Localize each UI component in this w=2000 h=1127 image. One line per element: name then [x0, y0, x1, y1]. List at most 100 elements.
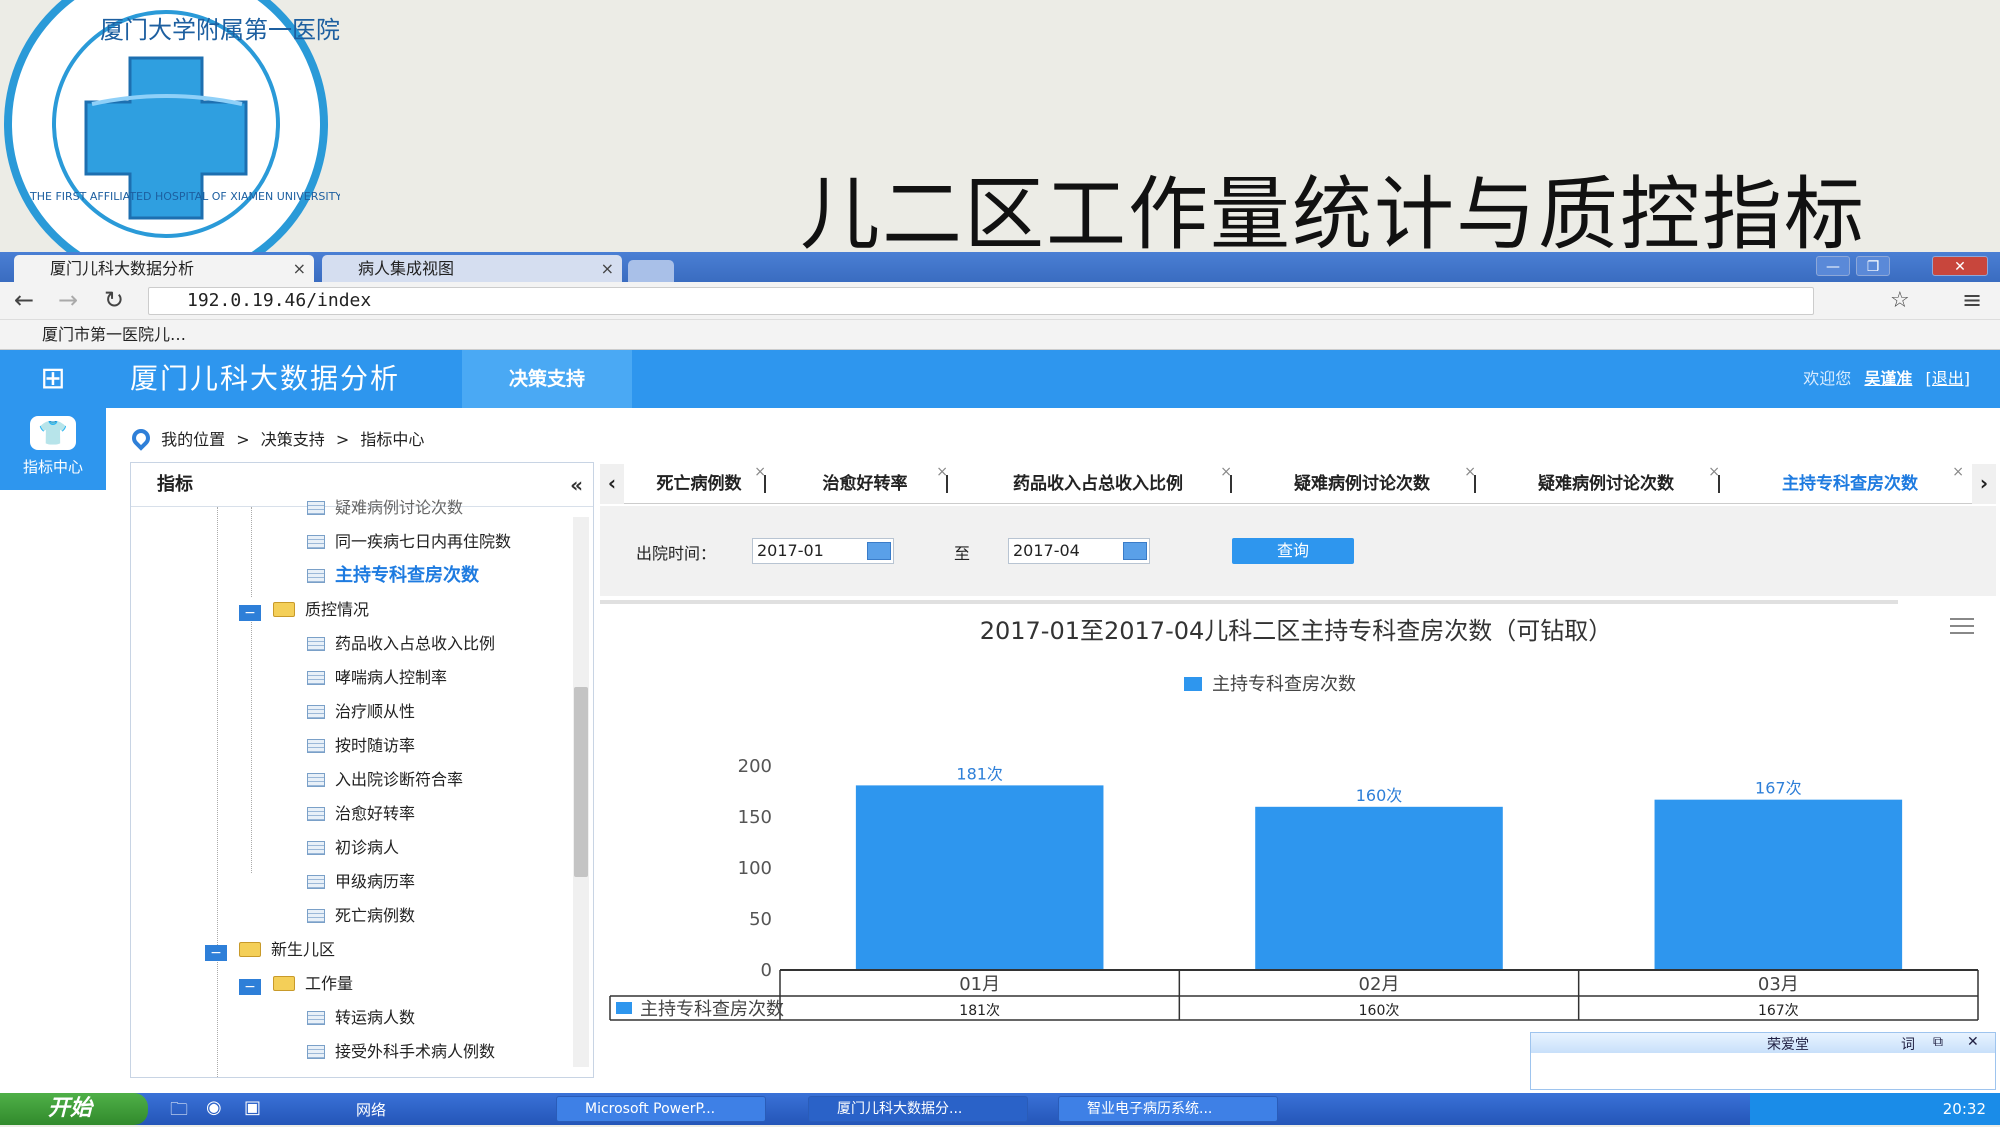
maximize-button[interactable]: ❐ — [1856, 256, 1890, 276]
tree-item[interactable]: 同一疾病七日内再住院数 — [307, 527, 511, 557]
tree-item[interactable]: 入出院诊断符合率 — [307, 765, 463, 795]
document-icon — [307, 637, 325, 651]
legend-swatch[interactable] — [1184, 677, 1202, 691]
logout-link[interactable]: [退出] — [1926, 369, 1971, 388]
tree-folder-neonatal[interactable]: − 新生儿区 — [205, 935, 335, 965]
tab-difficult-case-discussion-1[interactable]: 疑难病例讨论次数 × — [1242, 464, 1482, 504]
breadcrumb-separator: > — [236, 430, 250, 449]
bookmark-star-icon[interactable]: ☆ — [1890, 288, 1910, 313]
app-grid-icon[interactable]: ⊞ — [0, 350, 106, 408]
tab-difficult-case-discussion-2[interactable]: 疑难病例讨论次数 × — [1486, 464, 1726, 504]
clock[interactable]: 20:32 — [1943, 1100, 1986, 1118]
new-tab-button[interactable] — [628, 260, 674, 282]
date-to-input[interactable]: 2017-04 — [1008, 538, 1150, 564]
tree-item-label: 治愈好转率 — [335, 804, 416, 823]
network-toolbar-label[interactable]: 网络 — [356, 1099, 386, 1120]
tab-death-cases[interactable]: 死亡病例数 × — [626, 464, 772, 504]
close-tab-icon[interactable]: × — [293, 255, 306, 282]
tree-folder-workload[interactable]: − 工作量 — [239, 969, 353, 999]
date-from-input[interactable]: 2017-01 — [752, 538, 894, 564]
browser-tab-patient-view[interactable]: 病人集成视图 × — [322, 255, 622, 282]
tree-item[interactable]: 治愈好转率 — [307, 799, 415, 829]
y-tick-label: 200 — [738, 756, 772, 777]
url-input[interactable]: 192.0.19.46/index — [148, 287, 1814, 315]
tab-specialty-rounds[interactable]: 主持专科查房次数 × — [1730, 464, 1970, 504]
tab-drug-income-ratio[interactable]: 药品收入占总收入比例 × — [958, 464, 1238, 504]
tree-item[interactable]: 接受外科手术病人例数 — [307, 1037, 495, 1067]
calendar-icon[interactable] — [1123, 542, 1147, 560]
close-window-button[interactable]: ✕ — [1932, 256, 1988, 276]
tree-title: 指标 — [157, 474, 193, 495]
tab-label: 疑难病例讨论次数 — [1294, 474, 1430, 494]
close-tab-icon[interactable]: × — [1952, 452, 1964, 492]
bookmark-item[interactable]: 厦门市第一医院儿… — [42, 325, 186, 344]
taskbar-item-label: 智业电子病历系统... — [1087, 1101, 1213, 1117]
calendar-icon[interactable] — [867, 542, 891, 560]
tree-item-label: 药品收入占总收入比例 — [335, 634, 496, 653]
start-button[interactable]: 开始 — [0, 1093, 148, 1125]
taskbar-item-chrome[interactable]: 厦门儿科大数据分... — [808, 1096, 1028, 1122]
tree-scrollbar-thumb[interactable] — [574, 687, 588, 877]
tree-item[interactable]: 转运病人数 — [307, 1003, 415, 1033]
bar[interactable] — [1654, 799, 1903, 970]
tree-item-label: 疑难病例讨论次数 — [335, 498, 464, 517]
bar-data-label: 160次 — [1356, 786, 1403, 805]
x-category-label: 02月 — [1359, 974, 1400, 995]
ime-copy-button[interactable]: ⧉ — [1933, 1034, 1943, 1050]
to-label: 至 — [954, 544, 971, 563]
tree-item-selected[interactable]: 主持专科查房次数 — [307, 561, 479, 591]
collapse-node-icon[interactable]: − — [205, 945, 227, 961]
browser-tab-label: 病人集成视图 — [358, 259, 455, 278]
collapse-panel-icon[interactable]: « — [570, 463, 583, 507]
rail-item-indicator-center[interactable]: 👕 指标中心 — [0, 408, 106, 490]
legend-label[interactable]: 主持专科查房次数 — [1212, 674, 1356, 695]
back-icon[interactable]: ← — [14, 286, 34, 314]
tab-label: 药品收入占总收入比例 — [1013, 474, 1183, 494]
bar[interactable] — [1255, 806, 1503, 970]
taskbar-item-powerpoint[interactable]: Microsoft PowerP... — [556, 1096, 766, 1122]
tree-item[interactable]: 疑难病例讨论次数 — [307, 493, 463, 523]
query-button[interactable]: 查询 — [1232, 538, 1354, 564]
tree-item[interactable]: 死亡病例数 — [307, 901, 415, 931]
bar[interactable] — [855, 785, 1104, 970]
document-icon — [307, 569, 325, 583]
reload-icon[interactable]: ↻ — [104, 286, 124, 314]
breadcrumb-item: 我的位置 — [161, 430, 226, 449]
breadcrumb-item[interactable]: 决策支持 — [261, 430, 325, 449]
collapse-node-icon[interactable]: − — [239, 979, 261, 995]
close-tab-icon[interactable]: × — [601, 255, 614, 282]
nav-decision-support[interactable]: 决策支持 — [462, 350, 632, 408]
tree-item-label: 甲级病历率 — [335, 872, 416, 891]
folder-icon — [273, 602, 295, 617]
tree-item[interactable]: 按时随访率 — [307, 731, 415, 761]
tree-item[interactable]: 初诊病人 — [307, 833, 399, 863]
forward-icon[interactable]: → — [58, 286, 78, 314]
menu-icon[interactable]: ≡ — [1962, 286, 1982, 314]
collapse-node-icon[interactable]: − — [239, 605, 261, 621]
ime-dict-button[interactable]: 词 — [1901, 1034, 1915, 1054]
tree-item[interactable]: 甲级病历率 — [307, 867, 415, 897]
tree-folder-quality-control[interactable]: − 质控情况 — [239, 595, 369, 625]
tabs-next-icon[interactable]: › — [1972, 464, 1996, 504]
tree-item-label: 治疗顺从性 — [335, 702, 416, 721]
user-name-link[interactable]: 吴谨准 — [1864, 369, 1912, 388]
taskbar-item-emr[interactable]: 智业电子病历系统... — [1058, 1096, 1278, 1122]
folder-icon[interactable]: 🗀 — [170, 1097, 188, 1127]
breadcrumb: 我的位置 > 决策支持 > 指标中心 — [128, 425, 430, 451]
tab-cure-rate[interactable]: 治愈好转率 × — [776, 464, 954, 504]
tree-scrollbar[interactable] — [573, 517, 589, 1067]
tree-item[interactable]: 药品收入占总收入比例 — [307, 629, 495, 659]
browser-icon[interactable]: ◉ — [206, 1097, 222, 1118]
desktop-icon[interactable]: ▣ — [244, 1097, 261, 1118]
bar-chart: 2017-01至2017-04儿科二区主持专科查房次数（可钻取） 主持专科查房次… — [609, 617, 1979, 1021]
tree-item-label: 入出院诊断符合率 — [335, 770, 464, 789]
tree-item[interactable]: 治疗顺从性 — [307, 697, 415, 727]
tabs-prev-icon[interactable]: ‹ — [600, 464, 624, 504]
minimize-button[interactable]: — — [1816, 256, 1850, 276]
tree-item[interactable]: 哮喘病人控制率 — [307, 663, 447, 693]
ime-close-button[interactable]: ✕ — [1967, 1034, 1979, 1050]
ime-name[interactable]: 荣爱堂 — [1767, 1034, 1809, 1054]
bookmarks-bar: 厦门市第一医院儿… — [0, 320, 2000, 350]
browser-tab-analysis[interactable]: 厦门儿科大数据分析 × — [14, 255, 314, 282]
chart-menu-icon[interactable] — [1950, 618, 1974, 634]
